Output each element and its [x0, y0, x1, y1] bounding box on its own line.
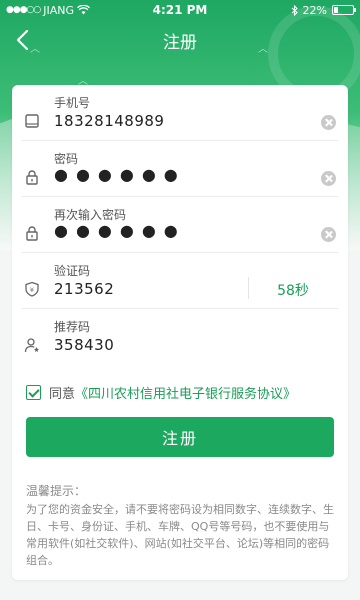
tips-body: 为了您的资金安全，请不要将密码设为相同数字、连续数字、生日、卡号、身份证、手机、… [26, 503, 334, 567]
lock-icon [26, 226, 38, 241]
agreement-prefix: 同意 [49, 387, 76, 402]
resend-countdown-button[interactable]: 58秒 [248, 280, 338, 300]
clear-icon[interactable] [321, 171, 336, 186]
password-confirm-input[interactable]: ●●●●●● [54, 221, 186, 240]
battery-icon [332, 5, 356, 15]
referral-label: 推荐码 [54, 320, 91, 334]
battery-percent: 22% [302, 3, 327, 17]
password-input[interactable]: ●●●●●● [54, 165, 186, 184]
agreement-row: 同意《四川农村信用社电子银行服务协议》 [26, 383, 296, 402]
sms-code-input[interactable]: 213562 [54, 280, 114, 298]
phone-label: 手机号 [54, 96, 91, 110]
clear-icon[interactable] [321, 227, 336, 242]
bluetooth-icon [291, 4, 298, 16]
shield-icon: ¥ [25, 281, 39, 297]
clear-icon[interactable] [321, 115, 336, 130]
register-button[interactable]: 注册 [26, 417, 334, 457]
sms-code-label: 验证码 [54, 264, 91, 278]
tips-title: 温馨提示： [26, 484, 87, 498]
password-field[interactable]: 密码 ●●●●●● [12, 141, 348, 197]
page-title: 注册 [163, 33, 197, 53]
user-star-icon [24, 338, 39, 353]
register-form: 手机号 18328148989 密码 ●●●●●● 再次输入密码 ●●●●●● … [12, 85, 348, 580]
agreement-checkbox[interactable] [26, 385, 41, 400]
phone-field[interactable]: 手机号 18328148989 [12, 85, 348, 141]
agreement-link[interactable]: 《四川农村信用社电子银行服务协议》 [75, 387, 296, 402]
referral-field[interactable]: 推荐码 358430 [12, 309, 348, 365]
status-bar: ●●●○○ JIANG 4:21 PM 22% [0, 0, 360, 20]
phone-icon [25, 114, 39, 128]
sms-code-field[interactable]: ¥ 验证码 213562 58秒 [12, 253, 348, 309]
lock-icon [26, 170, 38, 185]
password-confirm-field[interactable]: 再次输入密码 ●●●●●● [12, 197, 348, 253]
referral-input[interactable]: 358430 [54, 336, 114, 354]
nav-bar: 注册 [0, 20, 360, 60]
phone-input[interactable]: 18328148989 [54, 112, 164, 130]
svg-text:¥: ¥ [30, 286, 34, 294]
